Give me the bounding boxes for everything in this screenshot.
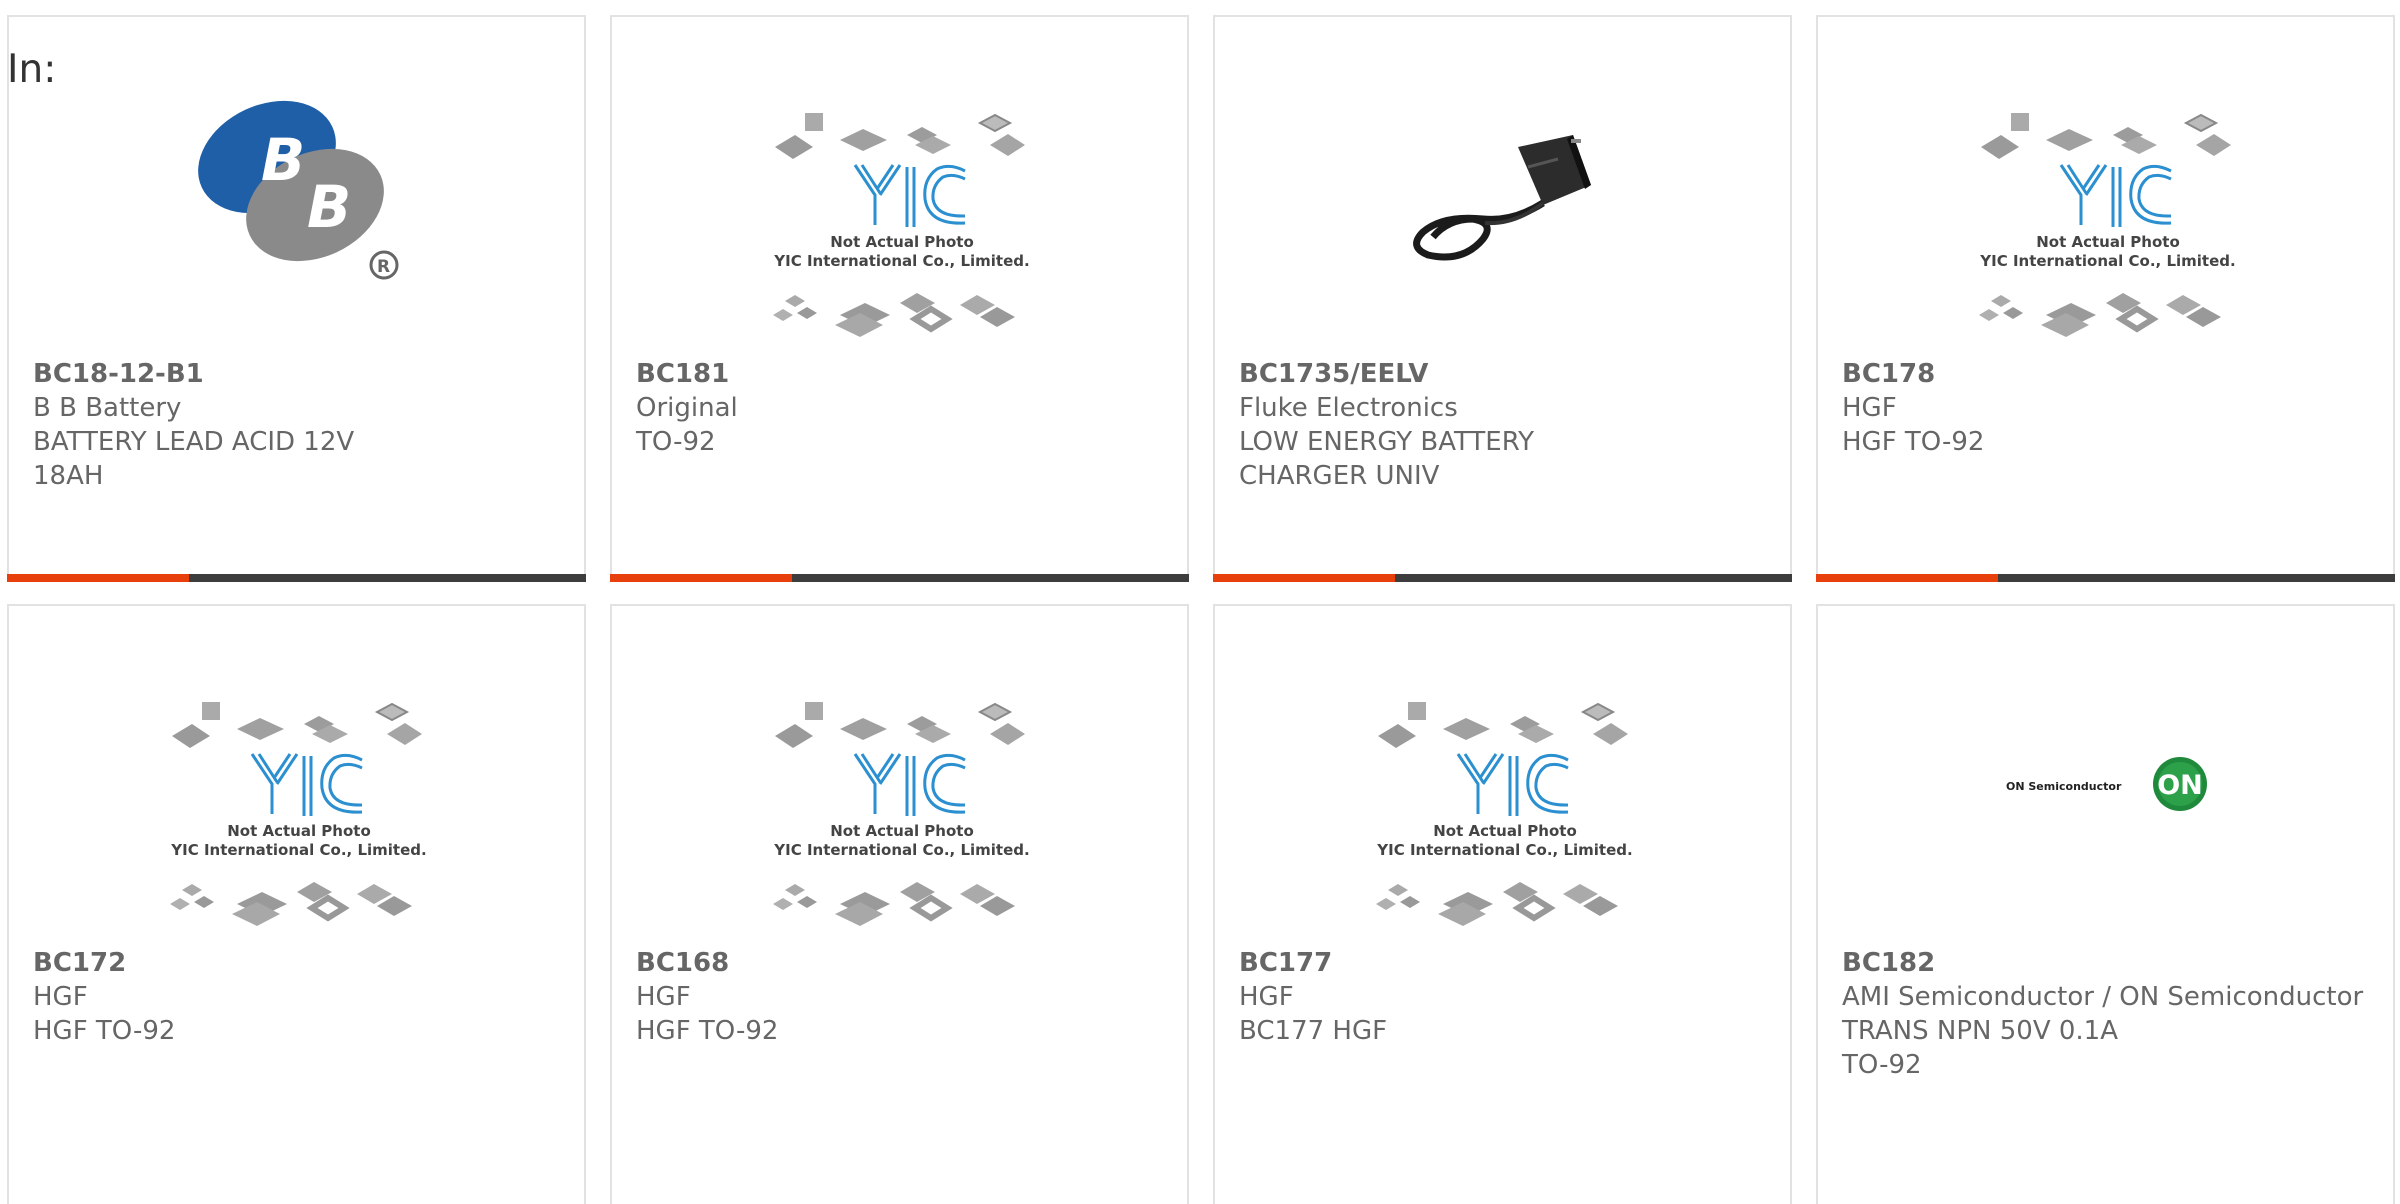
product-image xyxy=(612,694,1187,964)
svg-text:R: R xyxy=(377,257,390,277)
part-number[interactable]: BC1735/EELV xyxy=(1239,357,1770,391)
yic-placeholder-image xyxy=(1368,694,1638,934)
manufacturer: HGF xyxy=(1239,982,1294,1012)
on-semiconductor-logo: ON Semiconductor ON xyxy=(2006,757,2207,811)
part-number[interactable]: BC18-12-B1 xyxy=(33,357,564,391)
yic-placeholder-image xyxy=(162,694,432,934)
yic-placeholder-image xyxy=(765,694,1035,934)
charger-photo xyxy=(1412,135,1591,261)
part-number[interactable]: BC172 xyxy=(33,946,564,980)
part-number[interactable]: BC178 xyxy=(1842,357,2373,391)
manufacturer: AMI Semiconductor / ON Semiconductor xyxy=(1842,982,2364,1012)
product-card[interactable]: BC1735/EELV Fluke Electronics LOW ENERGY… xyxy=(1213,15,1792,582)
card-accent-bar xyxy=(1213,574,1792,582)
description: BATTERY LEAD ACID 12V 18AH xyxy=(33,427,355,491)
svg-text:ON Semiconductor: ON Semiconductor xyxy=(2006,780,2122,793)
svg-text:B: B xyxy=(261,126,305,194)
manufacturer: HGF xyxy=(33,982,88,1012)
part-number[interactable]: BC168 xyxy=(636,946,1167,980)
part-number[interactable]: BC177 xyxy=(1239,946,1770,980)
manufacturer: Fluke Electronics xyxy=(1239,393,1458,423)
product-card[interactable]: B B R BC18-12-B1 B B Battery BATTERY LEA… xyxy=(7,15,586,582)
manufacturer: B B Battery xyxy=(33,393,182,423)
description: BC177 HGF xyxy=(1239,1016,1388,1046)
yic-placeholder-image xyxy=(1971,105,2241,345)
yic-placeholder-image xyxy=(765,105,1035,345)
bb-battery-logo: B B R xyxy=(197,100,398,280)
product-grid: B B R BC18-12-B1 B B Battery BATTERY LEA… xyxy=(7,15,2400,1204)
card-accent-bar xyxy=(1816,574,2395,582)
description: HGF TO-92 xyxy=(33,1016,176,1046)
description: HGF TO-92 xyxy=(636,1016,779,1046)
description: TO-92 xyxy=(636,427,716,457)
description: TRANS NPN 50V 0.1A TO-92 xyxy=(1842,1016,2119,1080)
product-card[interactable]: BC177 HGF BC177 HGF xyxy=(1213,604,1792,1204)
card-accent-bar xyxy=(610,574,1189,582)
part-number[interactable]: BC182 xyxy=(1842,946,2373,980)
product-image xyxy=(1818,105,2393,375)
product-image: B B R xyxy=(9,95,584,365)
in-label: In: xyxy=(7,47,57,92)
card-accent-bar xyxy=(7,574,586,582)
product-image xyxy=(612,105,1187,375)
product-card[interactable]: BC181 Original TO-92 xyxy=(610,15,1189,582)
product-card[interactable]: ON Semiconductor ON BC182 AMI Semiconduc… xyxy=(1816,604,2395,1204)
product-card[interactable]: BC178 HGF HGF TO-92 xyxy=(1816,15,2395,582)
product-image xyxy=(1215,694,1790,964)
part-number[interactable]: BC181 xyxy=(636,357,1167,391)
manufacturer: Original xyxy=(636,393,738,423)
product-card[interactable]: BC172 HGF HGF TO-92 xyxy=(7,604,586,1204)
svg-text:B: B xyxy=(307,173,351,241)
product-image xyxy=(9,694,584,964)
description: LOW ENERGY BATTERY CHARGER UNIV xyxy=(1239,427,1534,491)
description: HGF TO-92 xyxy=(1842,427,1985,457)
product-card[interactable]: BC168 HGF HGF TO-92 xyxy=(610,604,1189,1204)
svg-text:ON: ON xyxy=(2157,770,2203,801)
manufacturer: HGF xyxy=(636,982,691,1012)
manufacturer: HGF xyxy=(1842,393,1897,423)
